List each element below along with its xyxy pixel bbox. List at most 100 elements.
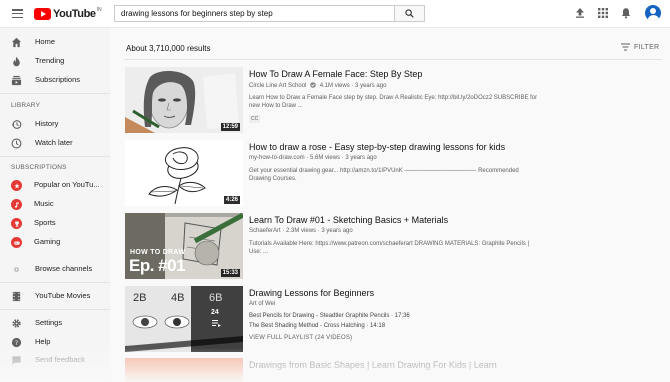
playlist-count: 24 (211, 309, 219, 316)
sidebar-item-youtube-movies[interactable]: YouTube Movies (0, 287, 110, 305)
sidebar-item-label: Browse channels (35, 264, 93, 273)
flame-icon (13, 56, 20, 67)
video-thumbnail[interactable]: 4:26 (125, 140, 243, 206)
video-meta: Circle Line Art School 4.1M views · 3 ye… (249, 82, 386, 89)
star-icon (11, 180, 22, 191)
video-duration: 12:59 (220, 123, 240, 131)
library-heading: LIBRARY (11, 102, 41, 109)
home-icon (11, 37, 22, 48)
upload-icon[interactable] (574, 7, 586, 19)
apps-grid-icon[interactable] (597, 7, 609, 19)
sidebar-item-send-feedback[interactable]: Send feedback (0, 351, 110, 369)
video-description: Tutorials Available Here: https://www.pa… (249, 241, 529, 255)
video-title[interactable]: How to draw a rose - Easy step-by-step d… (249, 142, 505, 152)
trophy-icon (11, 218, 22, 229)
sidebar-item-label: Settings (35, 318, 63, 327)
video-thumbnail[interactable]: HOW TO DRAW Ep. #01 15:33 (125, 213, 243, 279)
playlist-item[interactable]: The Best Shading Method - Cross Hatching… (249, 323, 385, 329)
video-thumbnail[interactable] (125, 358, 243, 382)
sidebar-item-label: Gaming (34, 237, 61, 246)
logo-country: IN (96, 7, 102, 13)
sidebar-divider (0, 282, 110, 283)
sidebar-item-watch-later[interactable]: Watch later (0, 134, 110, 152)
playlist-title[interactable]: Drawing Lessons for Beginners (249, 288, 374, 298)
sidebar-item-label: Subscriptions (35, 75, 81, 84)
video-result[interactable]: 12:59 How To Draw A Female Face: Step By… (125, 67, 655, 133)
menu-icon[interactable] (12, 9, 23, 19)
sidebar-item-settings[interactable]: Settings (0, 314, 110, 332)
playlist-overlay: 6B 24 (191, 286, 243, 352)
bell-icon[interactable] (620, 7, 632, 19)
sidebar-item-label: History (35, 119, 59, 128)
sidebar-item-trending[interactable]: Trending (0, 52, 110, 70)
playlist-item[interactable]: Best Pencils for Drawing - Steadtler Gra… (249, 313, 410, 319)
video-result[interactable]: HOW TO DRAW Ep. #01 15:33 Learn To Draw … (125, 213, 655, 279)
sidebar-item-label: YouTube Movies (35, 291, 91, 300)
channel-name[interactable]: Art of Wei (249, 301, 275, 307)
results-count: About 3,710,000 results (126, 44, 211, 53)
sidebar: Home Trending Subscriptions LIBRARY Hist… (0, 28, 110, 382)
add-circle-icon (14, 267, 19, 272)
pencil-grade-label: 6B (209, 292, 223, 304)
playlist-thumbnail[interactable]: 2B 4B 6B 24 (125, 286, 243, 352)
filter-button[interactable]: FILTER (621, 43, 659, 51)
sidebar-divider (0, 156, 110, 157)
youtube-logo[interactable]: YouTube IN (34, 7, 102, 21)
video-stats: 5.6M views · 3 years ago (310, 155, 377, 161)
sidebar-item-label: Home (35, 37, 56, 46)
sidebar-item-history[interactable]: History (0, 115, 110, 133)
sidebar-item-label: Sports (34, 218, 56, 227)
sidebar-item-subscriptions[interactable]: Subscriptions (0, 71, 110, 89)
video-result[interactable]: Drawings from Basic Shapes | Learn Drawi… (125, 358, 655, 382)
top-bar: YouTube IN drawing lessons for beginners… (0, 0, 670, 28)
channel-name[interactable]: my-how-to-draw.com (249, 155, 305, 161)
sidebar-item-sports[interactable]: Sports (0, 214, 110, 232)
pencil-grade-label: 4B (171, 292, 185, 304)
cc-badge: CC (249, 115, 261, 123)
subscriptions-heading: SUBSCRIPTIONS (11, 164, 67, 171)
playlist-icon (212, 320, 221, 327)
channel-name[interactable]: SchaeferArt (249, 228, 281, 234)
video-duration: 15:33 (220, 269, 240, 277)
verified-check-icon (310, 82, 316, 88)
filter-label: FILTER (634, 44, 660, 51)
video-description: Learn How to Draw a Female Face step by … (249, 95, 538, 109)
video-duration: 4:26 (223, 196, 240, 204)
sidebar-divider (0, 309, 110, 310)
svg-text:?: ? (15, 339, 18, 347)
view-full-playlist-link[interactable]: VIEW FULL PLAYLIST (24 VIDEOS) (249, 335, 352, 341)
video-title[interactable]: Learn To Draw #01 - Sketching Basics + M… (249, 215, 448, 225)
sidebar-item-label: Watch later (35, 138, 73, 147)
video-meta: SchaeferArt · 2.3M views · 3 years ago (249, 228, 353, 234)
sidebar-divider (0, 93, 110, 94)
youtube-play-icon (34, 8, 51, 20)
video-thumbnail[interactable]: 12:59 (125, 67, 243, 133)
sidebar-item-music[interactable]: Music (0, 195, 110, 213)
subscriptions-icon (11, 75, 22, 86)
search-button[interactable] (395, 5, 425, 22)
channel-name[interactable]: Circle Line Art School (249, 83, 306, 89)
music-note-icon (11, 199, 22, 210)
sidebar-item-gaming[interactable]: Gaming (0, 233, 110, 251)
video-result[interactable]: 4:26 How to draw a rose - Easy step-by-s… (125, 140, 655, 206)
playlist-result[interactable]: 2B 4B 6B 24 Drawing Lessons for Beginner… (125, 286, 655, 352)
gear-icon (12, 319, 21, 328)
video-meta: my-how-to-draw.com · 5.6M views · 3 year… (249, 155, 377, 161)
video-title[interactable]: Drawings from Basic Shapes | Learn Drawi… (249, 360, 497, 370)
clock-icon (11, 138, 22, 149)
history-icon (11, 120, 22, 129)
video-stats: 2.3M views · 3 years ago (286, 228, 353, 234)
video-title[interactable]: How To Draw A Female Face: Step By Step (249, 69, 422, 79)
thumb-overlay-episode: Ep. #01 (129, 256, 186, 275)
gamepad-icon (11, 237, 22, 248)
search-icon (405, 9, 414, 18)
results-divider (124, 59, 662, 60)
sidebar-item-help[interactable]: ? Help (0, 333, 110, 351)
sidebar-item-popular[interactable]: Popular on YouTu... (0, 176, 110, 194)
sidebar-item-home[interactable]: Home (0, 33, 110, 51)
pencil-grade-label: 2B (133, 292, 147, 304)
sidebar-item-browse-channels[interactable]: Browse channels (0, 260, 110, 278)
avatar[interactable] (645, 5, 661, 21)
filter-icon (621, 43, 630, 51)
search-input[interactable]: drawing lessons for beginners step by st… (114, 5, 395, 22)
